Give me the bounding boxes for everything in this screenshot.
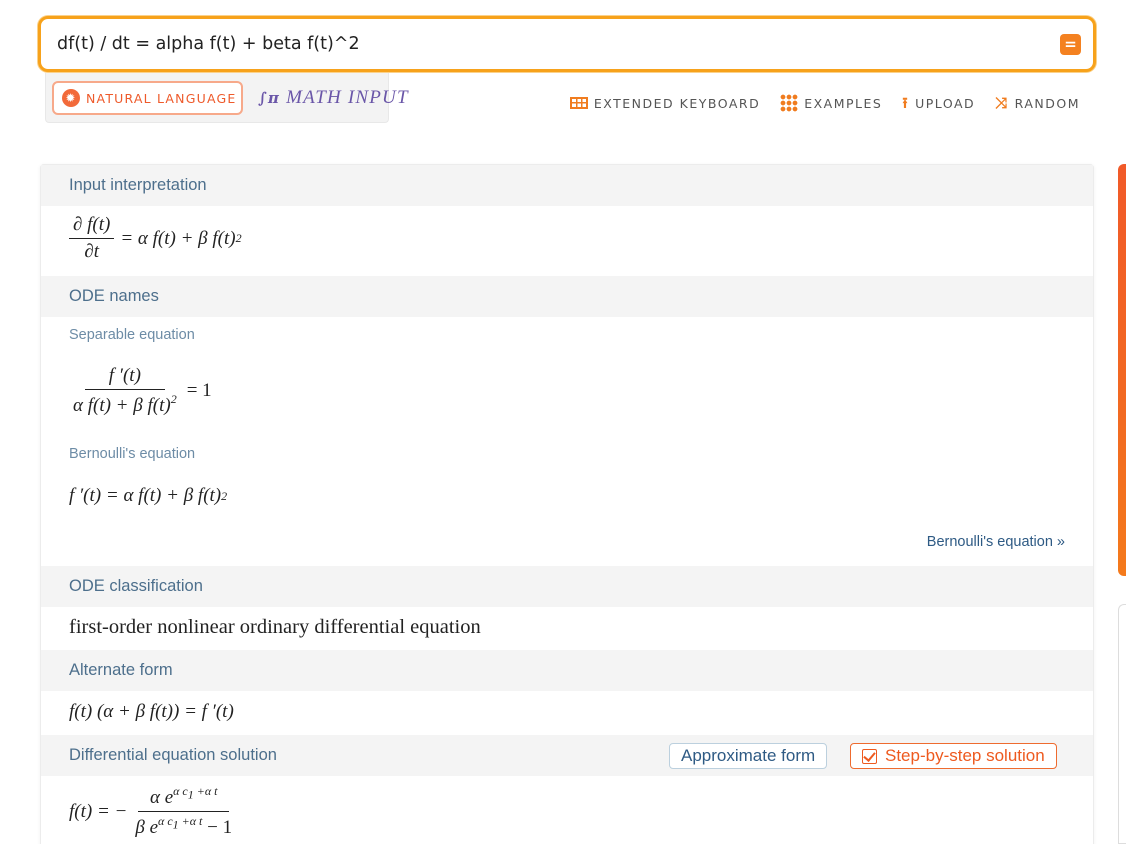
bernoulli-equation: f ′(t) = α f(t) + β f(t) 2 [69, 485, 227, 507]
step-by-step-button[interactable]: Step-by-step solution [850, 743, 1057, 769]
keyboard-icon [569, 97, 588, 109]
solution-equation: f(t) = − α eα c1 +α t β eα c1 +α t − 1 [69, 784, 242, 839]
fraction-numerator: ∂ f(t) [69, 214, 115, 239]
tab-natural-language[interactable]: ✹ NATURAL LANGUAGE [52, 81, 243, 115]
solution-fraction: α eα c1 +α t β eα c1 +α t − 1 [131, 784, 236, 839]
integral-sigma-pi-icon: ∫π [258, 89, 281, 107]
solution-numerator: α eα c1 +α t [137, 784, 230, 812]
pod-title-alternate-form: Alternate form [41, 650, 1093, 691]
equals-icon: = [1064, 35, 1077, 53]
solution-den-exp: α c [158, 814, 173, 828]
random-button[interactable]: ⤨ RANDOM [995, 93, 1080, 112]
random-label: RANDOM [1014, 95, 1080, 111]
upload-label: UPLOAD [915, 95, 976, 111]
examples-label: EXAMPLES [804, 95, 883, 111]
exponent: 2 [235, 231, 242, 245]
solution-num-base: α e [149, 787, 174, 808]
pod-alternate-form: f(t) (α + β f(t)) = f ′(t) [41, 691, 1093, 735]
separable-equation: f ′(t) α f(t) + β f(t)2 = 1 [69, 365, 212, 417]
pod-solution: f(t) = − α eα c1 +α t β eα c1 +α t − 1 [41, 776, 1093, 844]
solution-den-exp-rest: +α t [178, 814, 203, 828]
results-card: Input interpretation ∂ f(t) ∂t = α f(t) … [40, 164, 1094, 844]
side-panel [1118, 604, 1126, 844]
step-by-step-label: Step-by-step solution [885, 746, 1045, 765]
pod-ode-classification: first-order nonlinear ordinary different… [41, 607, 1093, 650]
input-toolbar: EXTENDED KEYBOARD EXAMPLES ⭱ UPLOAD ⤨ RA… [569, 92, 1080, 114]
solution-den-exponent: α c1 +α t [158, 814, 203, 831]
extended-keyboard-label: EXTENDED KEYBOARD [593, 95, 761, 111]
solution-lhs: f(t) = − [69, 800, 128, 822]
solution-num-exponent: α c1 +α t [173, 784, 218, 801]
equation-rhs: = α f(t) + β f(t) [120, 227, 236, 249]
tab-math-input[interactable]: ∫π MATH INPUT [258, 81, 409, 115]
input-interpretation-equation: ∂ f(t) ∂t = α f(t) + β f(t) 2 [69, 214, 242, 263]
classification-text: first-order nonlinear ordinary different… [69, 616, 481, 638]
bernoulli-label: Bernoulli's equation [69, 446, 196, 462]
gear-icon: ✹ [62, 89, 80, 107]
separable-rhs: = 1 [186, 380, 212, 401]
upload-button[interactable]: ⭱ UPLOAD [902, 93, 976, 112]
derivative-fraction: ∂ f(t) ∂t [69, 214, 115, 263]
bernoulli-exponent: 2 [221, 488, 228, 503]
pod-title-input-interpretation: Input interpretation [41, 165, 1093, 206]
compute-button[interactable]: = [1060, 34, 1081, 55]
solution-denominator: β eα c1 +α t − 1 [131, 812, 236, 839]
checkbox-icon [862, 748, 877, 764]
search-box[interactable]: = [38, 16, 1096, 72]
approximate-form-label: Approximate form [681, 746, 816, 765]
pod-title-ode-names: ODE names [41, 276, 1093, 317]
separable-exponent: 2 [170, 392, 177, 406]
side-banner [1118, 164, 1126, 576]
solution-num-exp: α c [173, 784, 188, 798]
solution-den-base: β e [135, 817, 159, 838]
dots-grid-icon [780, 94, 799, 112]
solution-den-rest: − 1 [202, 817, 233, 838]
search-input[interactable] [57, 29, 1017, 59]
upload-icon: ⭱ [902, 93, 910, 112]
pod-ode-names: Separable equation f ′(t) α f(t) + β f(t… [41, 317, 1093, 566]
approximate-form-button[interactable]: Approximate form [669, 743, 828, 769]
separable-numerator: f ′(t) [84, 365, 165, 390]
alternate-form-equation: f(t) (α + β f(t)) = f ′(t) [69, 701, 234, 722]
bernoulli-equation-text: f ′(t) = α f(t) + β f(t) [69, 485, 222, 506]
tab-math-input-label: MATH INPUT [286, 87, 409, 108]
separable-fraction: f ′(t) α f(t) + β f(t)2 [69, 365, 181, 417]
examples-button[interactable]: EXAMPLES [780, 94, 882, 112]
shuffle-icon: ⤨ [995, 93, 1009, 112]
pod-title-ode-classification: ODE classification [41, 566, 1093, 607]
extended-keyboard-button[interactable]: EXTENDED KEYBOARD [569, 95, 761, 111]
separable-denominator: α f(t) + β f(t)2 [69, 390, 181, 417]
separable-label: Separable equation [69, 327, 195, 343]
pod-input-interpretation: ∂ f(t) ∂t = α f(t) + β f(t) 2 [41, 206, 1093, 276]
bernoulli-link[interactable]: Bernoulli's equation » [927, 534, 1065, 550]
tab-natural-language-label: NATURAL LANGUAGE [86, 90, 237, 106]
separable-denominator-text: α f(t) + β f(t) [73, 395, 171, 416]
fraction-denominator: ∂t [84, 241, 100, 262]
input-mode-tabs: ✹ NATURAL LANGUAGE ∫π MATH INPUT [45, 73, 408, 123]
solution-num-exp-rest: +α t [193, 784, 218, 798]
